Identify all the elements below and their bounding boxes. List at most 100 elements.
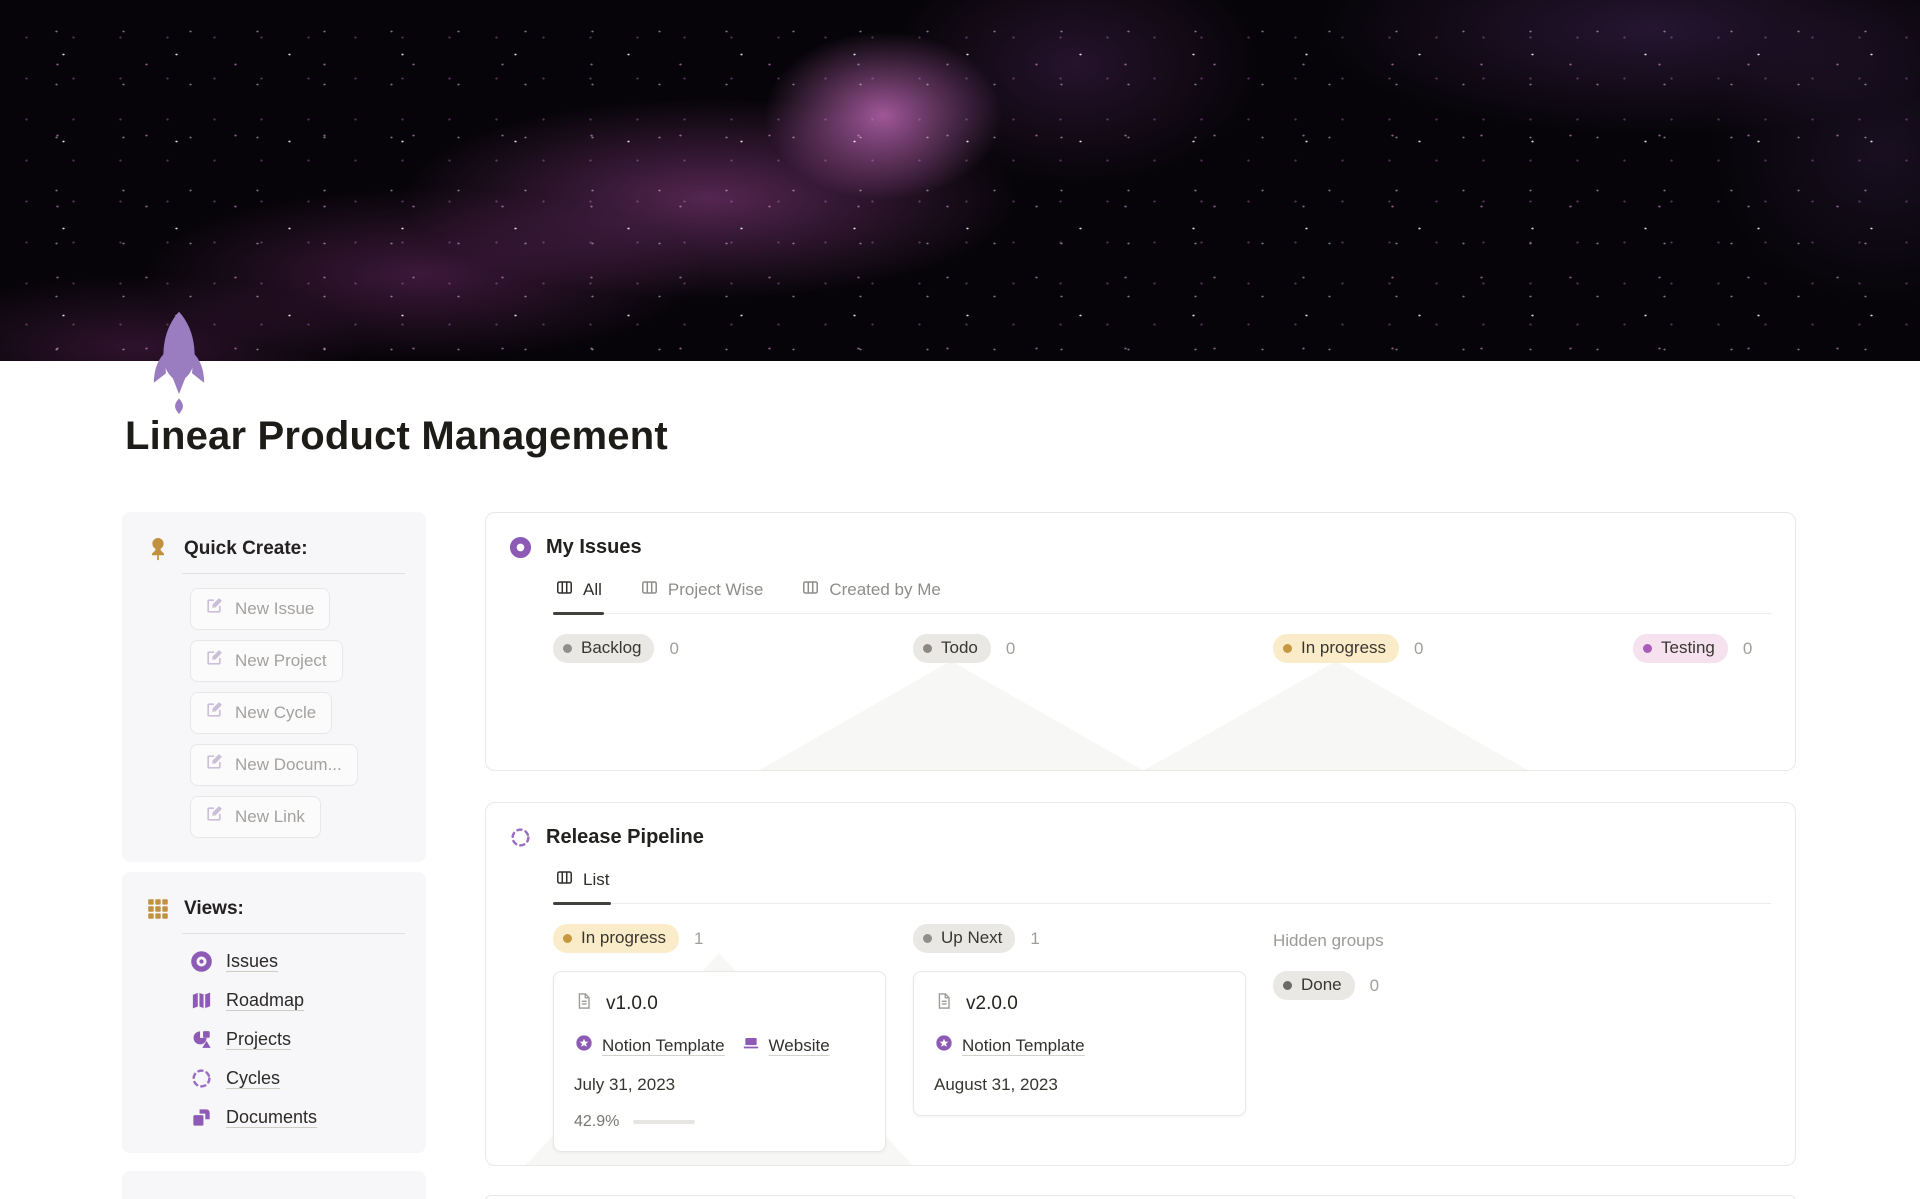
views-heading: Views: [184, 898, 244, 919]
group-todo: Todo 0 [913, 634, 1273, 663]
board-group-headers: Backlog 0 Todo 0 In progress 0 Testing 0 [553, 634, 1795, 663]
sidebar-item-cycles[interactable]: Cycles [190, 1067, 426, 1090]
status-badge[interactable]: Up Next [913, 924, 1016, 953]
decorative-triangle [1141, 661, 1531, 770]
status-dot [563, 643, 572, 653]
status-dot [1283, 643, 1292, 653]
page-content: Quick Create: New Issue New Project New … [0, 512, 1920, 1199]
board-icon [555, 868, 574, 892]
notion-template-link[interactable]: Notion Template [934, 1033, 1085, 1058]
link-label: Website [768, 1035, 830, 1055]
group-count: 0 [1005, 638, 1016, 658]
status-badge[interactable]: Testing [1633, 634, 1728, 663]
tab-all[interactable]: All [553, 576, 604, 615]
board-icon [801, 578, 820, 602]
status-dot [923, 643, 932, 653]
new-project-button[interactable]: New Project [190, 640, 343, 682]
group-hidden: Hidden groups [1273, 924, 1633, 953]
views-card: Views: Issues Roadmap Projects Cycles Do… [122, 872, 426, 1153]
board-column-up-next: v2.0.0 Notion Template August 31, 2023 [913, 971, 1273, 1116]
view-label: Cycles [226, 1068, 281, 1088]
group-count: 1 [1030, 928, 1040, 948]
release-title: v2.0.0 [966, 992, 1018, 1014]
tab-label: Created by Me [829, 580, 941, 599]
sidebar-item-roadmap[interactable]: Roadmap [190, 989, 426, 1012]
new-link-button[interactable]: New Link [190, 796, 321, 838]
status-badge[interactable]: In progress [553, 924, 680, 953]
sidebar-item-issues[interactable]: Issues [190, 950, 426, 973]
group-count: 0 [1742, 638, 1753, 658]
status-label: Todo [941, 638, 978, 657]
tab-project-wise[interactable]: Project Wise [638, 576, 765, 613]
map-icon [190, 989, 213, 1012]
status-label: Done [1301, 975, 1342, 994]
status-label: Testing [1661, 638, 1715, 657]
tab-label: All [583, 580, 602, 599]
status-dot [563, 933, 572, 943]
quick-create-heading: Quick Create: [184, 538, 308, 559]
link-label: Notion Template [962, 1035, 1085, 1055]
status-badge[interactable]: Backlog [553, 634, 655, 663]
next-card-peek [485, 1195, 1796, 1199]
board-column-in-progress: v1.0.0 Notion Template Website July 31, … [553, 971, 913, 1152]
view-label: Projects [226, 1029, 292, 1049]
group-count: 1 [694, 928, 704, 948]
board-icon [640, 578, 659, 602]
link-label: Notion Template [602, 1035, 725, 1055]
decorative-triangle [756, 661, 1146, 770]
group-up-next: Up Next 1 [913, 924, 1273, 953]
status-label: In progress [1301, 638, 1387, 657]
sidebar-item-documents[interactable]: Documents [190, 1106, 426, 1129]
compose-icon [204, 596, 224, 621]
dashed-circle-icon [190, 1067, 213, 1090]
status-badge-done[interactable]: Done [1273, 971, 1355, 1000]
view-tabs: All Project Wise Created by Me [553, 576, 1771, 615]
database-title[interactable]: Release Pipeline [546, 826, 704, 849]
seal-star-icon [934, 1033, 954, 1058]
pages-icon [190, 1106, 213, 1129]
group-in-progress: In progress 1 [553, 924, 913, 953]
view-label: Documents [226, 1107, 318, 1127]
group-count: 0 [1414, 638, 1424, 658]
new-document-button[interactable]: New Docum... [190, 744, 358, 786]
view-tabs: List [553, 866, 1771, 905]
notion-page: Linear Product Management Quick Create: [0, 0, 1920, 1199]
notion-template-link[interactable]: Notion Template [574, 1033, 725, 1058]
target-icon [190, 950, 213, 973]
compose-icon [204, 752, 224, 777]
tab-created-by-me[interactable]: Created by Me [799, 576, 943, 613]
document-icon [934, 991, 954, 1016]
people-icon [145, 1195, 171, 1199]
rocket-icon[interactable] [150, 310, 208, 414]
new-cycle-button[interactable]: New Cycle [190, 692, 333, 734]
seal-star-icon [574, 1033, 594, 1058]
release-card-v1[interactable]: v1.0.0 Notion Template Website July 31, … [553, 971, 886, 1152]
tab-label: Project Wise [667, 580, 764, 599]
page-title[interactable]: Linear Product Management [125, 413, 1920, 459]
group-count: 0 [669, 638, 679, 658]
view-label: Roadmap [226, 990, 305, 1010]
new-issue-button[interactable]: New Issue [190, 588, 331, 630]
view-label: Issues [226, 951, 279, 971]
button-label: New Docum... [235, 754, 342, 774]
donut-circle-icon [509, 536, 532, 559]
status-dot [923, 933, 932, 943]
group-in-progress: In progress 0 [1273, 634, 1633, 663]
database-title[interactable]: My Issues [546, 536, 642, 559]
status-label: Up Next [941, 928, 1003, 947]
status-badge[interactable]: Todo [913, 634, 991, 663]
hidden-groups-label[interactable]: Hidden groups [1273, 927, 1384, 951]
status-dot [1643, 643, 1652, 653]
release-card-v2[interactable]: v2.0.0 Notion Template August 31, 2023 [913, 971, 1246, 1116]
tab-list[interactable]: List [553, 866, 612, 905]
sidebar-item-projects[interactable]: Projects [190, 1028, 426, 1051]
dashed-circle-icon [509, 826, 532, 849]
group-backlog: Backlog 0 [553, 634, 913, 663]
progress-row: 42.9% [574, 1113, 865, 1131]
status-badge[interactable]: In progress [1273, 634, 1400, 663]
website-link[interactable]: Website [741, 1033, 830, 1058]
group-testing: Testing 0 [1633, 634, 1795, 663]
group-count: 0 [1369, 975, 1380, 995]
board-icon [555, 578, 574, 602]
board-group-headers: In progress 1 Up Next 1 Hidden groups [553, 924, 1795, 953]
